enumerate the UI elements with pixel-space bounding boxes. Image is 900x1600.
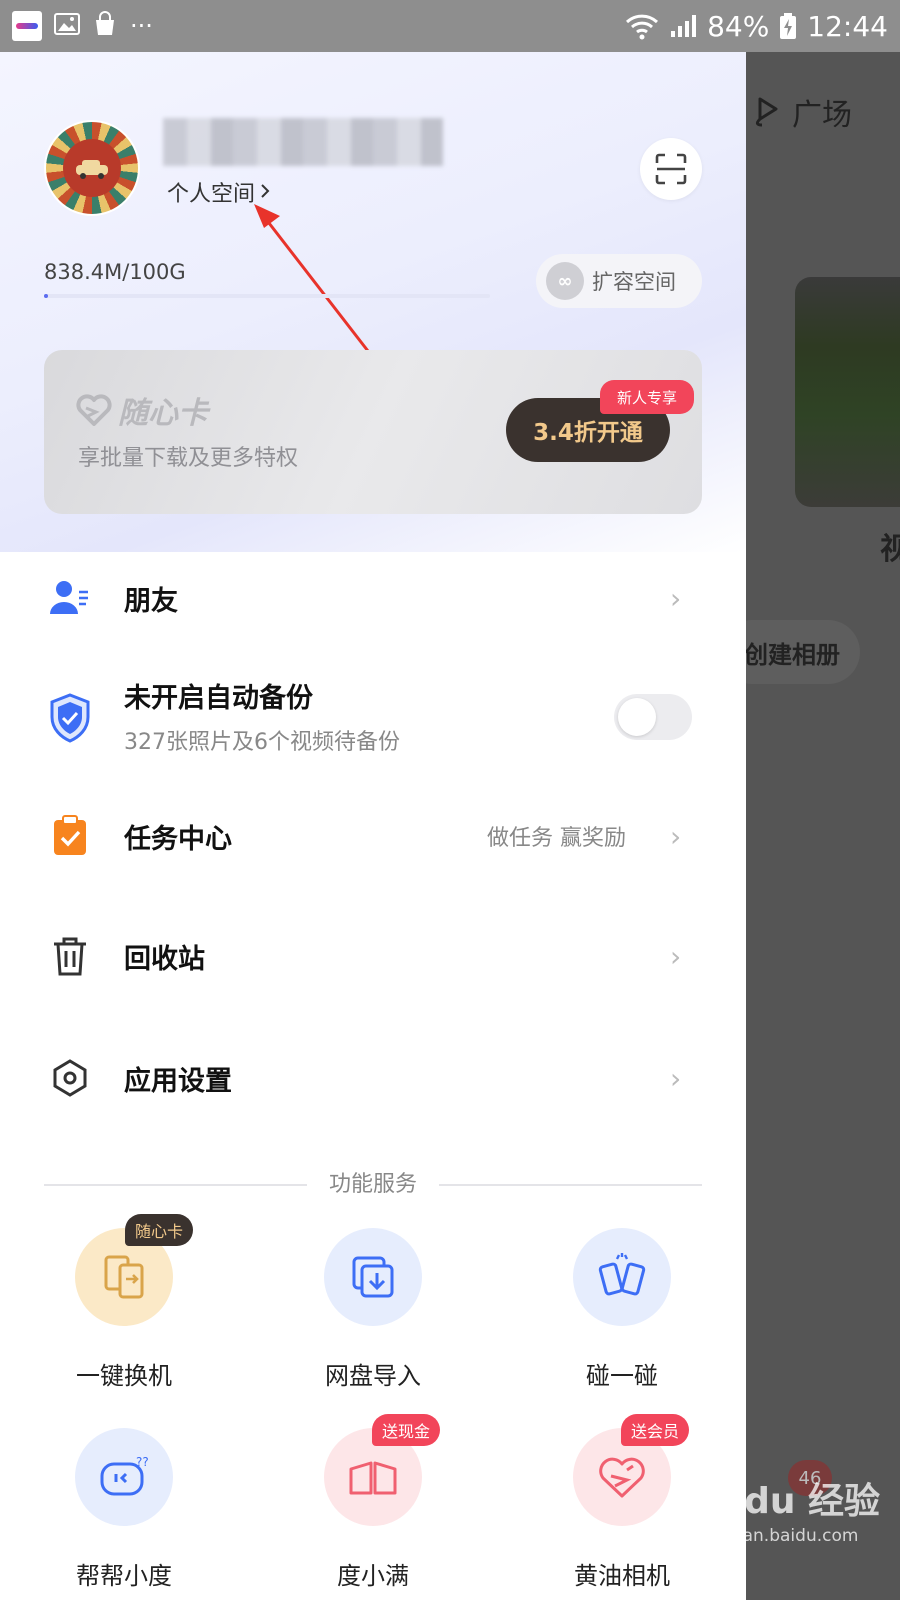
auto-backup-title: 未开启自动备份 [124,683,313,714]
tap-share-label: 碰一碰 [586,1362,658,1390]
phone-clone-label: 一键换机 [76,1362,172,1390]
trash-icon [48,934,92,978]
chevron-right-icon: › [670,939,682,973]
scan-button[interactable] [640,138,702,200]
app-settings-label: 应用设置 [124,1065,232,1097]
phone-clone-icon: 随心卡 [75,1214,194,1326]
avatar-image [63,139,121,197]
status-bar: ··· 84% 12:44 [0,0,900,52]
services-heading: 功能服务 [0,1166,746,1198]
vip-card-title: 随心卡 [76,388,208,432]
service-xiaodu-help[interactable]: ?? 帮帮小度 [44,1428,204,1591]
signal-icon [669,13,697,39]
menu-item-task-center[interactable]: 任务中心 做任务 赢奖励 › [0,814,746,858]
wifi-icon [625,12,659,40]
battery-charging-icon [779,12,797,40]
vip-card[interactable]: 随心卡 享批量下载及更多特权 3.4折开通 新人专享 [44,350,702,514]
menu-item-friends[interactable]: 朋友 › [0,576,746,620]
chevron-right-icon: › [670,581,682,615]
settings-icon [48,1056,92,1100]
butter-camera-icon: 送会员 [573,1414,690,1526]
username-blurred [163,118,443,166]
friends-label: 朋友 [124,585,178,617]
toggle-knob [618,698,656,736]
task-center-label: 任务中心 [124,823,232,855]
storage-progress-bar [44,294,490,298]
robot-help-icon: ?? [75,1428,173,1526]
cloud-import-icon [324,1228,422,1326]
menu-item-auto-backup[interactable]: 未开启自动备份 327张照片及6个视频待备份 [0,672,746,762]
shield-check-icon [48,693,92,743]
watermark-brand: Baidu 经验 [740,1481,881,1522]
duxiaoman-icon: 送现金 [324,1414,441,1526]
shopping-bag-notification-icon [92,11,118,41]
service-tap-share[interactable]: 碰一碰 [542,1228,702,1391]
heart-icon [76,394,112,426]
cloud-import-label: 网盘导入 [325,1362,421,1390]
watermark-url: jingyan.baidu.com [740,1526,859,1546]
services-section: 功能服务 随心卡 一键换机 网盘导入 碰一碰 ?? 帮帮小度 送现金 度小满 送… [0,1150,746,1600]
service-cloud-import[interactable]: 网盘导入 [293,1228,453,1391]
chevron-right-icon: › [670,1061,682,1095]
vip-card-title-text: 随心卡 [118,396,208,431]
gallery-notification-icon [54,12,80,40]
menu-item-app-settings[interactable]: 应用设置 › [0,1056,746,1100]
plaza-icon [755,97,778,127]
app-notification-icon [12,11,42,41]
recycle-bin-label: 回收站 [124,943,205,975]
plaza-label: 广场 [792,98,852,133]
expand-storage-button[interactable]: ∞ 扩容空间 [536,254,702,308]
storage-usage: 838.4M/100G [44,260,186,284]
butter-camera-badge: 送会员 [621,1414,690,1446]
album-thumbnail[interactable] [795,277,900,507]
avatar[interactable] [44,120,140,216]
auto-backup-toggle[interactable] [614,694,692,740]
duxiaoman-label: 度小满 [337,1562,409,1590]
butter-camera-label: 黄油相机 [574,1562,670,1590]
clipboard-check-icon [48,814,92,858]
annotation-arrow [254,204,380,365]
clock: 12:44 [807,9,888,43]
task-center-hint: 做任务 赢奖励 [487,826,626,851]
scan-icon [655,153,687,185]
personal-space-label: 个人空间 [167,182,256,207]
create-album-button[interactable]: 创建相册 [740,620,860,684]
menu-list: 朋友 › 未开启自动备份 327张照片及6个视频待备份 任务中心 做任务 赢奖励… [0,552,746,1152]
vip-card-subtitle: 享批量下载及更多特权 [78,446,299,471]
expand-storage-label: 扩容空间 [592,270,676,294]
side-drawer: 个人空间 838.4M/100G ∞ 扩容空间 随心卡 享批量下载及更多特权 3… [0,52,746,1600]
more-notifications-icon: ··· [130,12,153,40]
svg-text:??: ?? [136,1455,149,1469]
plaza-tab[interactable]: 广场 [750,90,852,134]
new-user-badge: 新人专享 [600,380,694,414]
service-butter-camera[interactable]: 送会员 黄油相机 [542,1414,702,1591]
background-page[interactable]: 广场 视 创建相册 46 Baidu 经验 jingyan.baidu.com [740,52,900,1600]
battery-percent: 84% [707,9,770,43]
duxiaoman-badge: 送现金 [372,1414,441,1446]
partial-label: 视 [880,532,900,567]
infinity-icon: ∞ [546,262,584,300]
tap-share-icon [573,1228,671,1326]
storage-progress-fill [44,294,48,298]
service-phone-clone[interactable]: 随心卡 一键换机 [44,1214,204,1391]
service-duxiaoman[interactable]: 送现金 度小满 [293,1414,453,1591]
phone-clone-badge: 随心卡 [125,1214,194,1246]
menu-item-recycle-bin[interactable]: 回收站 › [0,934,746,978]
friends-icon [48,576,92,620]
chevron-right-icon [259,180,271,205]
auto-backup-subtitle: 327张照片及6个视频待备份 [124,730,400,755]
chevron-right-icon: › [670,819,682,853]
xiaodu-help-label: 帮帮小度 [76,1562,172,1590]
watermark: Baidu 经验 jingyan.baidu.com [740,1472,880,1546]
